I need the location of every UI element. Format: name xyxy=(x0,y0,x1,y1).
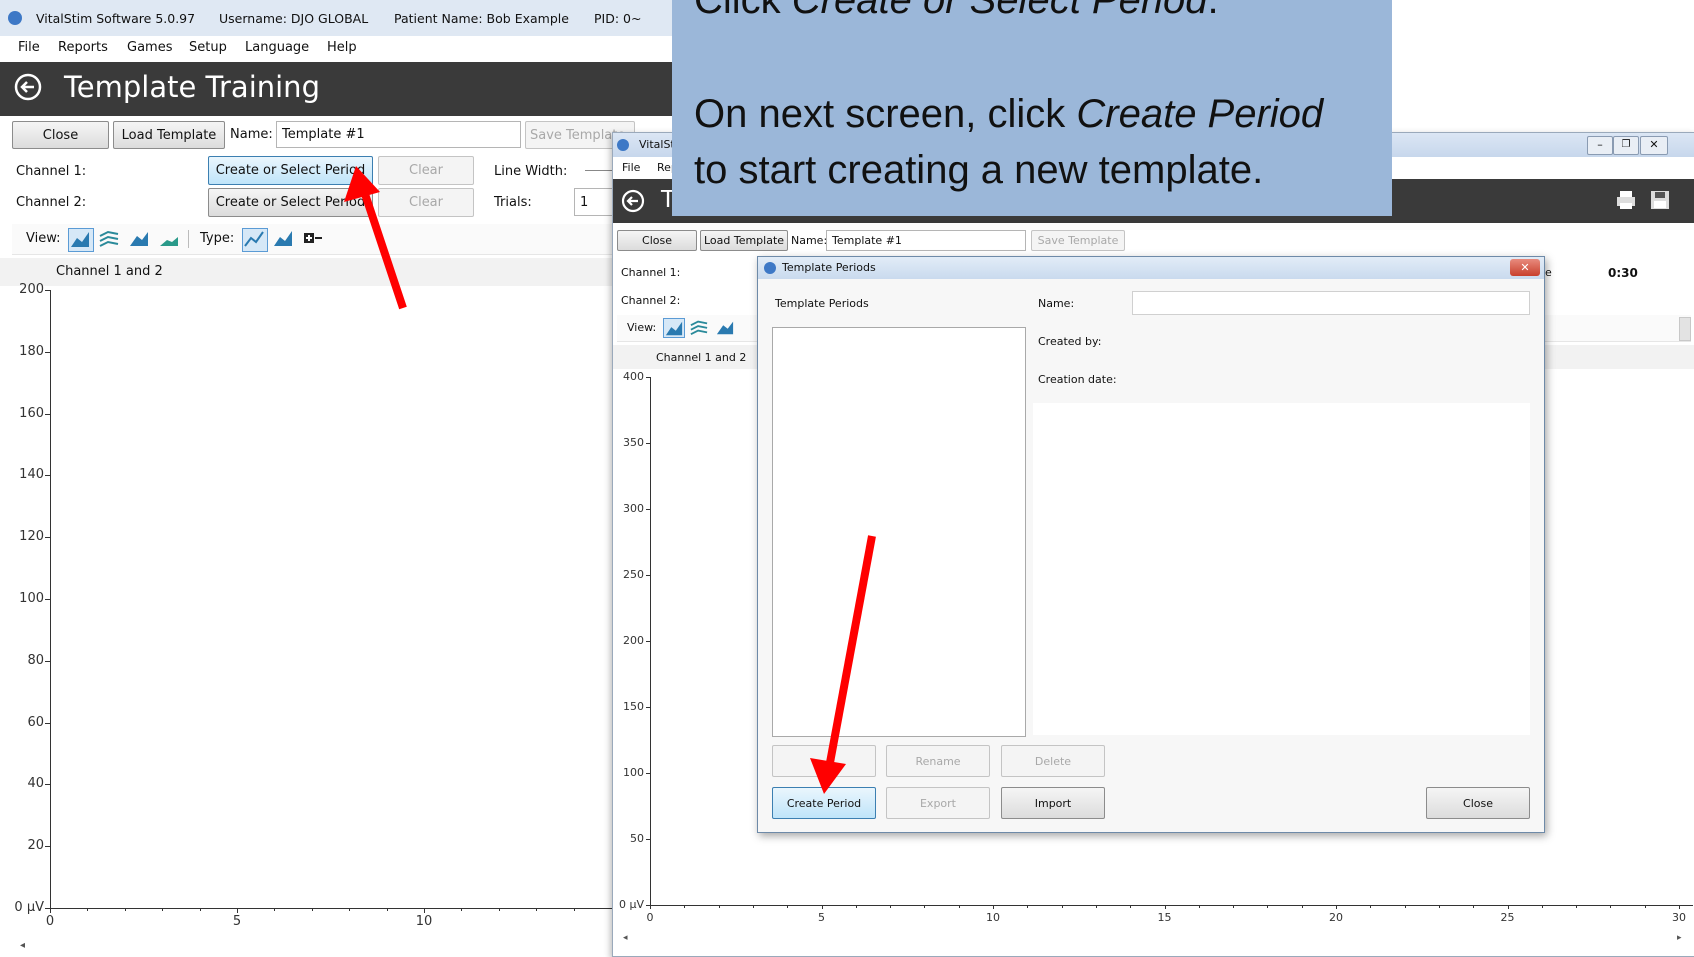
arrow-to-create-select xyxy=(344,166,407,310)
annotation-arrows xyxy=(344,166,876,794)
arrow-to-create-period xyxy=(810,535,876,794)
